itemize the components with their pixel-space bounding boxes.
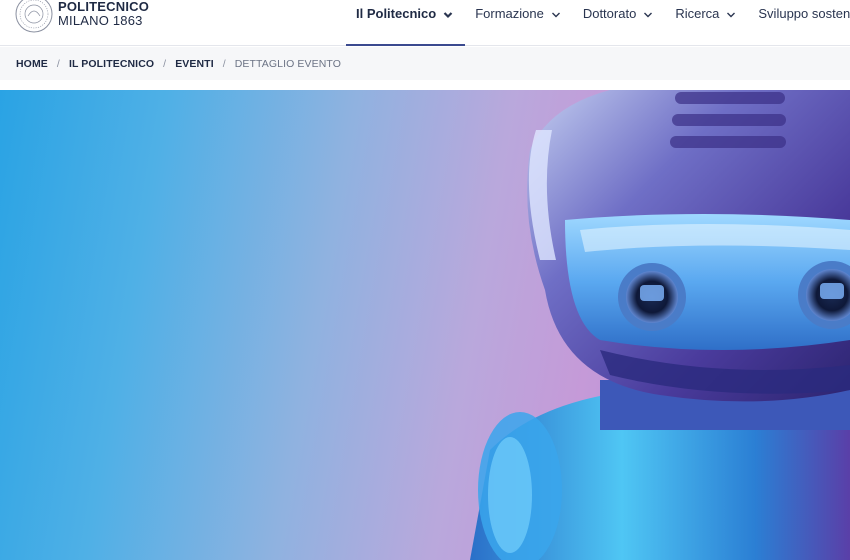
site-header: POLITECNICO MILANO 1863 Il Politecnico F… [0, 0, 850, 46]
nav-item-formazione[interactable]: Formazione [465, 0, 573, 46]
chevron-down-icon [443, 12, 453, 19]
nav-item-sviluppo-sostenibile[interactable]: Sviluppo sostenibile [748, 0, 850, 46]
breadcrumb: HOME / IL POLITECNICO / EVENTI / DETTAGL… [0, 47, 850, 80]
nav-label: Ricerca [675, 6, 720, 21]
nav-label: Formazione [475, 6, 544, 21]
seal-icon [15, 0, 53, 33]
breadcrumb-current: DETTAGLIO EVENTO [234, 57, 341, 70]
nav-item-il-politecnico[interactable]: Il Politecnico [346, 0, 466, 46]
robot-illustration [470, 90, 850, 560]
chevron-down-icon [727, 12, 736, 18]
breadcrumb-separator: / [222, 57, 226, 70]
nav-label: Dottorato [582, 6, 637, 21]
nav-label: Il Politecnico [356, 6, 437, 21]
breadcrumb-separator: / [163, 57, 167, 70]
breadcrumb-eventi[interactable]: EVENTI [175, 58, 214, 70]
logo-subtitle: MILANO 1863 [58, 13, 143, 28]
main-nav: Il Politecnico Formazione Dottorato Rice… [346, 0, 850, 46]
chevron-down-icon [644, 12, 653, 18]
breadcrumb-separator: / [56, 57, 60, 70]
logo[interactable]: POLITECNICO MILANO 1863 [14, 0, 149, 34]
chevron-down-icon [551, 12, 560, 18]
nav-item-ricerca[interactable]: Ricerca [665, 0, 748, 46]
nav-label: Sviluppo sostenibile [758, 6, 850, 21]
logo-title: POLITECNICO [58, 0, 150, 14]
hero-image [0, 90, 850, 560]
breadcrumb-il-politecnico[interactable]: IL POLITECNICO [69, 58, 154, 70]
breadcrumb-home[interactable]: HOME [16, 58, 48, 70]
nav-item-dottorato[interactable]: Dottorato [573, 0, 665, 46]
